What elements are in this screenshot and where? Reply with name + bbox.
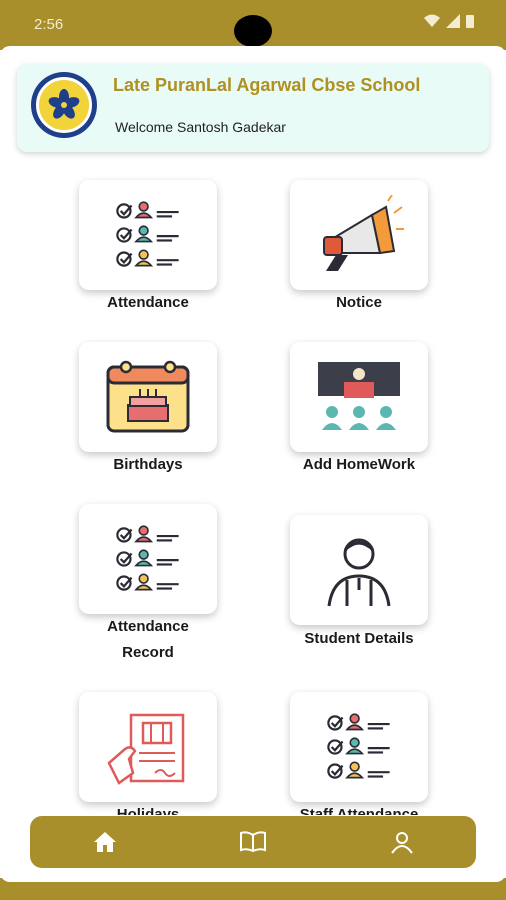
home-nav-button[interactable] — [90, 828, 120, 856]
attendance-tile[interactable] — [79, 180, 217, 290]
screen-frame-bottom — [0, 872, 506, 882]
attendance-record-label-line2: Record — [122, 644, 174, 661]
classroom-icon — [318, 362, 400, 430]
book-icon — [240, 831, 266, 853]
status-icons — [424, 14, 474, 28]
holidays-tile[interactable] — [79, 692, 217, 802]
attendance-label: Attendance — [107, 294, 189, 311]
student-details-label: Student Details — [304, 630, 414, 647]
school-logo — [31, 72, 97, 138]
wifi-icon — [424, 14, 440, 27]
megaphone-icon — [323, 195, 404, 271]
notice-label: Notice — [336, 294, 382, 311]
home-icon — [94, 832, 116, 852]
battery-icon — [466, 15, 474, 28]
bottom-nav — [30, 816, 476, 868]
camera-cutout — [234, 15, 272, 47]
screen-frame — [0, 46, 506, 56]
add-homework-tile[interactable] — [290, 342, 428, 452]
add-homework-label: Add HomeWork — [302, 456, 416, 473]
staff-attendance-tile[interactable] — [290, 692, 428, 802]
student-icon — [327, 538, 391, 607]
welcome-text: Welcome Santosh Gadekar — [115, 119, 286, 135]
profile-nav-button[interactable] — [387, 828, 417, 856]
school-name: Late PuranLal Agarwal Cbse School — [113, 75, 421, 95]
attendance-record-tile[interactable] — [79, 504, 217, 614]
attendance-record-label: Attendance Record — [58, 614, 238, 666]
checklist-people-icon — [116, 201, 180, 267]
notice-tile[interactable] — [290, 180, 428, 290]
student-details-tile[interactable] — [290, 515, 428, 625]
school-header-card: Late PuranLal Agarwal Cbse School Welcom… — [17, 64, 489, 152]
checklist-people-icon — [327, 713, 391, 779]
profile-icon — [391, 832, 413, 854]
book-nav-button[interactable] — [238, 828, 268, 856]
attendance-record-label-line1: Attendance — [107, 618, 189, 635]
holiday-document-icon — [107, 713, 185, 785]
status-bar: 2:56 — [0, 0, 506, 50]
checklist-people-icon — [116, 525, 180, 591]
birthday-calendar-icon — [106, 360, 190, 433]
signal-icon — [446, 14, 460, 28]
birthdays-label: Birthdays — [113, 456, 183, 473]
birthdays-tile[interactable] — [79, 342, 217, 452]
flower-emblem-icon — [48, 89, 80, 119]
status-time: 2:56 — [34, 16, 64, 33]
